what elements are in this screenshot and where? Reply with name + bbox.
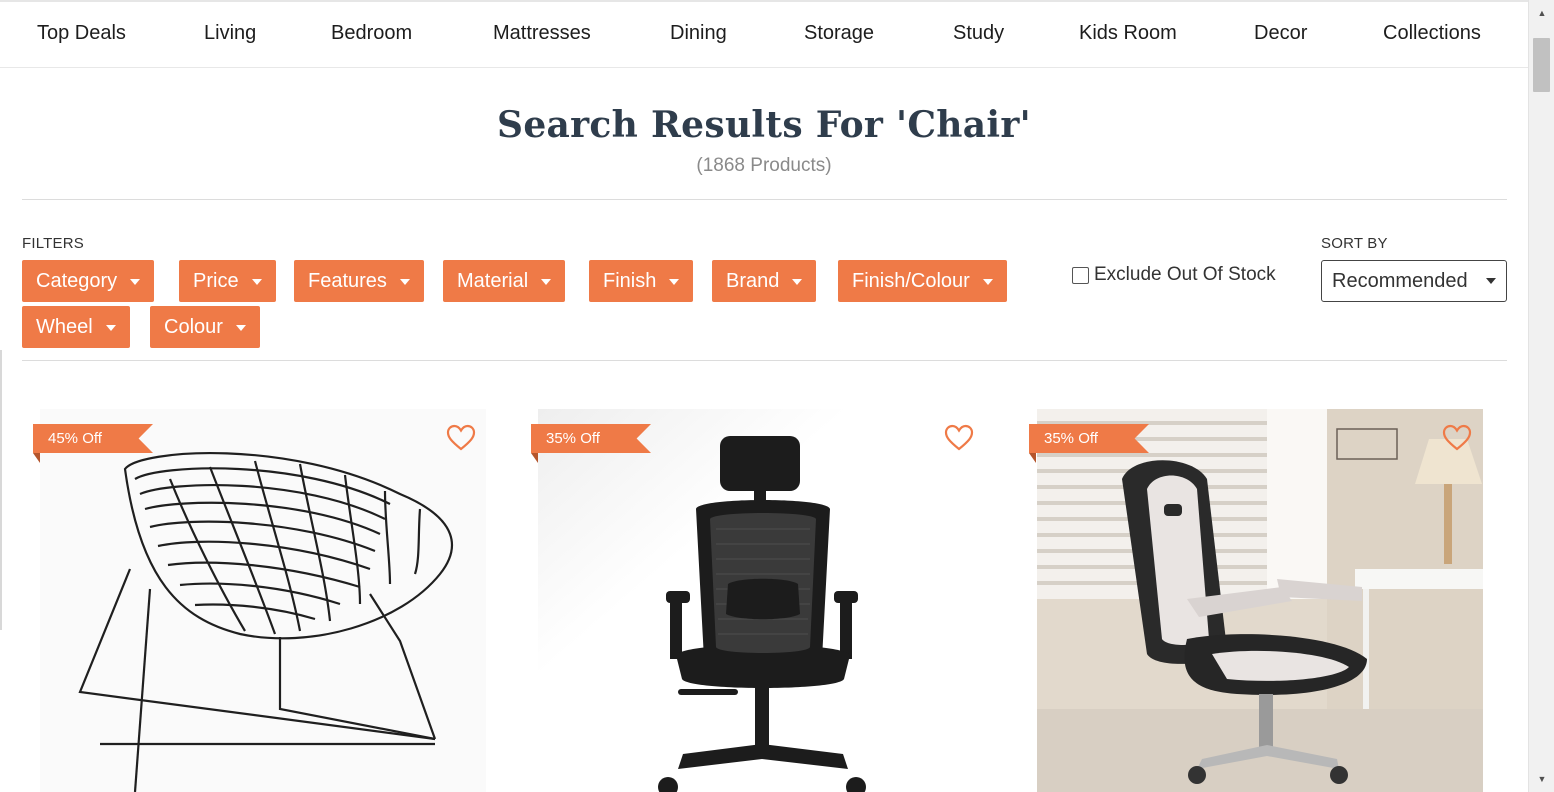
filter-label: Features [308, 269, 387, 292]
page-title: Search Results For 'Chair' [497, 104, 1031, 146]
nav-mattresses[interactable]: Mattresses [493, 22, 591, 45]
product-card[interactable] [40, 409, 486, 792]
discount-badge: 35% Off [531, 424, 651, 453]
caret-down-icon [982, 279, 993, 285]
filter-label: Brand [726, 269, 780, 292]
divider [22, 360, 1507, 361]
product-card[interactable] [1037, 409, 1483, 792]
discount-badge: 35% Off [1029, 424, 1149, 453]
scroll-up-arrow-icon[interactable]: ▲ [1529, 4, 1554, 22]
nav-decor[interactable]: Decor [1254, 22, 1307, 45]
filter-finish-button[interactable]: Finish [589, 260, 694, 302]
nav-storage[interactable]: Storage [804, 22, 874, 45]
filter-label: Material [457, 269, 529, 292]
filter-wheel-button[interactable]: Wheel [22, 306, 130, 348]
filter-features-button[interactable]: Features [294, 260, 424, 302]
filter-category-button[interactable]: Category [22, 260, 155, 302]
product-image-wire-lounge-chair[interactable] [40, 409, 486, 792]
caret-down-icon [792, 279, 803, 285]
nav-top-deals[interactable]: Top Deals [37, 22, 126, 45]
side-panel-edge [0, 350, 2, 630]
wishlist-heart-icon[interactable] [944, 424, 974, 452]
nav-bedroom[interactable]: Bedroom [331, 22, 412, 45]
caret-down-icon [669, 279, 680, 285]
filter-brand-button[interactable]: Brand [712, 260, 817, 302]
caret-down-icon [1486, 278, 1496, 284]
nav-study[interactable]: Study [953, 22, 1004, 45]
scroll-down-arrow-icon[interactable]: ▼ [1529, 770, 1554, 788]
sort-select[interactable]: Recommended [1321, 260, 1507, 302]
filter-label: Finish [603, 269, 657, 292]
filter-label: Price [193, 269, 239, 292]
caret-down-icon [251, 279, 262, 285]
filter-price-button[interactable]: Price [179, 260, 276, 302]
nav-dining[interactable]: Dining [670, 22, 727, 45]
category-nav: Top Deals Living Bedroom Mattresses Dini… [0, 0, 1528, 68]
badge-fold [1029, 453, 1036, 463]
checkbox-icon[interactable] [1072, 266, 1089, 284]
caret-down-icon [399, 279, 410, 285]
divider [22, 199, 1507, 200]
filter-label: Colour [164, 315, 223, 338]
exclude-out-of-stock-label: Exclude Out Of Stock [1094, 264, 1276, 285]
filter-finish-colour-button[interactable]: Finish/Colour [838, 260, 1007, 302]
badge-fold [531, 453, 538, 463]
discount-badge: 45% Off [33, 424, 153, 453]
nav-collections[interactable]: Collections [1383, 22, 1481, 45]
wishlist-heart-icon[interactable] [1442, 424, 1472, 452]
page-scrollbar[interactable]: ▲ ▼ [1528, 0, 1554, 792]
product-card[interactable] [538, 409, 984, 792]
filters-label: FILTERS [22, 235, 84, 252]
caret-down-icon [105, 325, 116, 331]
caret-down-icon [541, 279, 552, 285]
filter-label: Category [36, 269, 118, 292]
product-count: (1868 Products) [696, 155, 832, 176]
filter-label: Finish/Colour [852, 269, 970, 292]
sort-selected-value: Recommended [1332, 269, 1468, 292]
filter-colour-button[interactable]: Colour [150, 306, 260, 348]
caret-down-icon [235, 325, 246, 331]
filter-label: Wheel [36, 315, 93, 338]
caret-down-icon [130, 279, 141, 285]
badge-fold [33, 453, 40, 463]
exclude-out-of-stock-checkbox[interactable]: Exclude Out Of Stock [1072, 264, 1276, 286]
filter-material-button[interactable]: Material [443, 260, 566, 302]
scrollbar-thumb[interactable] [1533, 38, 1550, 92]
nav-kids-room[interactable]: Kids Room [1079, 22, 1177, 45]
product-image-office-chair[interactable] [538, 409, 984, 792]
wishlist-heart-icon[interactable] [446, 424, 476, 452]
product-image-gaming-chair[interactable] [1037, 409, 1483, 792]
nav-living[interactable]: Living [204, 22, 256, 45]
sort-by-label: SORT BY [1321, 235, 1388, 252]
